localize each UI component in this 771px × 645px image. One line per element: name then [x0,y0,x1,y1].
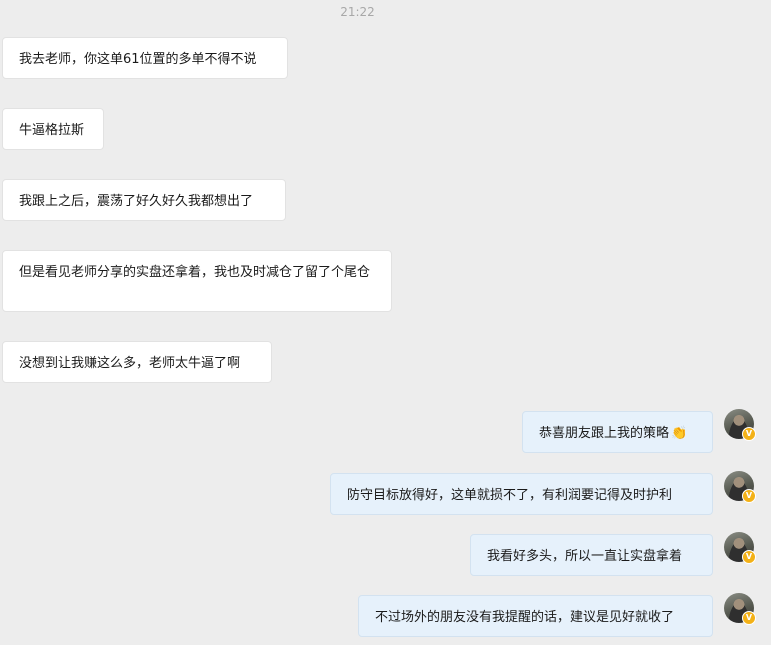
outgoing-message[interactable]: 防守目标放得好，这单就损不了，有利润要记得及时护利 [330,473,713,515]
incoming-message[interactable]: 牛逼格拉斯 [2,108,104,150]
clapping-hand-icon: 👏 [671,426,688,441]
incoming-message[interactable]: 我跟上之后，震荡了好久好久我都想出了 [2,179,286,221]
outgoing-message[interactable]: 恭喜朋友跟上我的策略 👏 [522,411,713,453]
outgoing-message-text: 恭喜朋友跟上我的策略 [539,426,670,441]
verified-badge-icon: V [742,611,756,625]
verified-badge-icon: V [742,489,756,503]
verified-badge-icon: V [742,550,756,564]
incoming-message[interactable]: 但是看见老师分享的实盘还拿着，我也及时减仓了留了个尾仓 [2,250,392,312]
verified-badge-icon: V [742,427,756,441]
avatar[interactable]: V [724,471,756,503]
incoming-message[interactable]: 我去老师，你这单61位置的多单不得不说 [2,37,288,79]
avatar[interactable]: V [724,593,756,625]
chat-timestamp: 21:22 [340,5,375,19]
avatar[interactable]: V [724,532,756,564]
avatar[interactable]: V [724,409,756,441]
outgoing-message[interactable]: 我看好多头，所以一直让实盘拿着 [470,534,713,576]
outgoing-message[interactable]: 不过场外的朋友没有我提醒的话，建议是见好就收了 [358,595,713,637]
incoming-message[interactable]: 没想到让我赚这么多，老师太牛逼了啊 [2,341,272,383]
